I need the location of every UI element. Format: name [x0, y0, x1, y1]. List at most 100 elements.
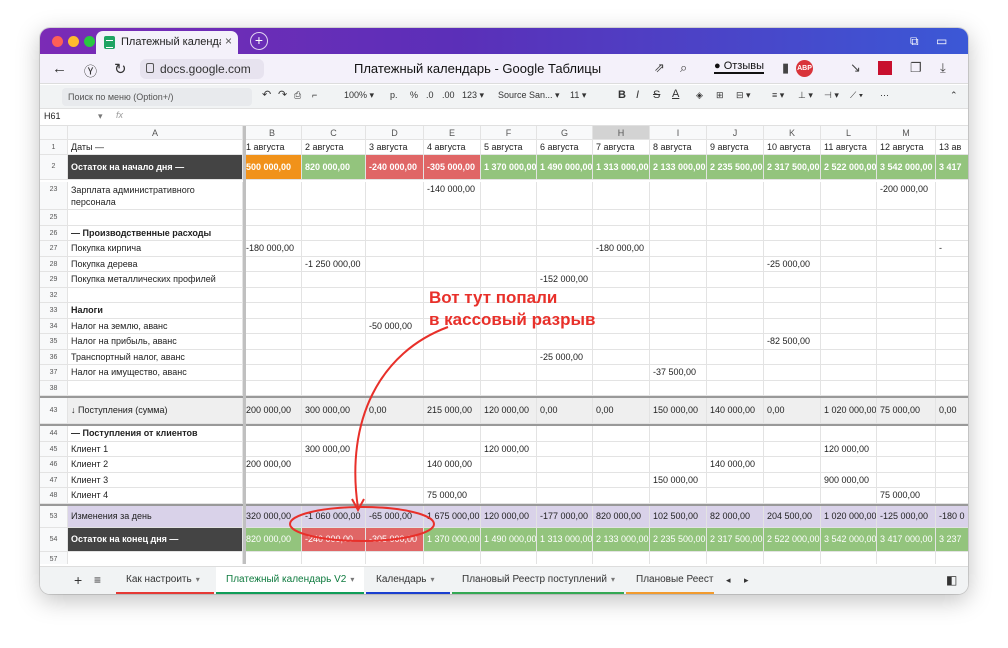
table-cell[interactable]	[593, 210, 650, 226]
table-cell[interactable]	[243, 441, 302, 457]
table-cell[interactable]	[821, 272, 877, 288]
table-cell[interactable]: 82 000,00	[707, 505, 764, 528]
table-cell[interactable]	[366, 182, 424, 210]
table-cell[interactable]	[366, 380, 424, 396]
name-box-dropdown-icon[interactable]: ▾	[98, 111, 103, 122]
freeze-divider[interactable]	[243, 126, 246, 564]
table-cell[interactable]	[650, 318, 707, 334]
column-header[interactable]: M	[877, 126, 936, 140]
table-cell[interactable]	[424, 334, 481, 350]
table-cell[interactable]	[302, 334, 366, 350]
redo-icon[interactable]: ↷	[278, 88, 287, 101]
table-cell[interactable]	[821, 318, 877, 334]
percent-format-button[interactable]: %	[410, 90, 418, 100]
table-cell[interactable]: 1 490 000,00	[481, 527, 537, 552]
table-cell[interactable]: 140 000,00	[707, 457, 764, 473]
table-cell[interactable]	[593, 334, 650, 350]
table-cell[interactable]: 1 370 000,00	[424, 527, 481, 552]
table-cell[interactable]	[302, 380, 366, 396]
table-cell[interactable]: 0,00	[537, 398, 593, 424]
row-header[interactable]: 26	[40, 225, 68, 241]
table-cell[interactable]: 12 августа	[877, 140, 936, 155]
table-cell[interactable]	[650, 272, 707, 288]
row-label[interactable]: Изменения за день	[68, 505, 243, 528]
table-cell[interactable]	[877, 210, 936, 226]
table-cell[interactable]	[764, 272, 821, 288]
table-cell[interactable]	[243, 225, 302, 241]
table-cell[interactable]	[821, 349, 877, 365]
table-cell[interactable]	[243, 426, 302, 442]
row-header[interactable]: 57	[40, 551, 68, 564]
url-field[interactable]: docs.google.com	[140, 59, 264, 79]
table-cell[interactable]	[650, 225, 707, 241]
table-cell[interactable]: 3 417 000,00	[877, 527, 936, 552]
table-cell[interactable]: 3 542 000,00	[877, 155, 936, 180]
table-cell[interactable]	[877, 241, 936, 257]
table-cell[interactable]: -240 000,00	[366, 155, 424, 180]
row-label[interactable]	[68, 551, 243, 564]
table-cell[interactable]	[593, 472, 650, 488]
tab-search-icon[interactable]: ⧉	[910, 34, 919, 49]
table-cell[interactable]: 13 ав	[936, 140, 968, 155]
column-header[interactable]: H	[593, 126, 650, 140]
row-header[interactable]: 25	[40, 210, 68, 226]
table-cell[interactable]	[243, 287, 302, 303]
column-header[interactable]: J	[707, 126, 764, 140]
table-cell[interactable]	[593, 441, 650, 457]
table-cell[interactable]: -152 000,00	[537, 272, 593, 288]
table-cell[interactable]	[650, 303, 707, 319]
table-cell[interactable]	[707, 256, 764, 272]
table-cell[interactable]	[764, 472, 821, 488]
table-cell[interactable]: 75 000,00	[877, 488, 936, 504]
merge-cells-icon[interactable]: ⊟ ▾	[736, 90, 751, 101]
table-cell[interactable]: 1 490 000,00	[537, 155, 593, 180]
all-sheets-icon[interactable]: ≡	[84, 567, 111, 594]
table-cell[interactable]	[821, 334, 877, 350]
table-cell[interactable]	[764, 365, 821, 381]
table-cell[interactable]	[936, 473, 968, 488]
table-cell[interactable]	[243, 488, 302, 504]
table-cell[interactable]	[243, 380, 302, 396]
row-label[interactable]: Налоги	[68, 303, 243, 319]
row-label[interactable]	[68, 287, 243, 303]
table-cell[interactable]	[243, 349, 302, 365]
table-cell[interactable]	[537, 551, 593, 564]
table-cell[interactable]	[366, 551, 424, 564]
table-cell[interactable]	[243, 303, 302, 319]
row-header[interactable]: 34	[40, 318, 68, 334]
table-cell[interactable]	[707, 287, 764, 303]
spreadsheet-grid[interactable]: A B C D E F G H I J K L M 1 Даты —1 августа 2 августа 3 …	[40, 126, 968, 564]
share-icon[interactable]: ⇗	[654, 60, 665, 76]
table-cell[interactable]	[821, 303, 877, 319]
table-cell[interactable]	[366, 426, 424, 442]
extension-icon[interactable]: ↘	[850, 60, 861, 76]
row-label[interactable]: Налог на прибыль, аванс	[68, 334, 243, 350]
table-cell[interactable]: 0,00	[593, 398, 650, 424]
table-cell[interactable]: 2 235 500,00	[650, 527, 707, 552]
table-cell[interactable]: 75 000,00	[877, 398, 936, 424]
tab-close-icon[interactable]: ×	[225, 34, 232, 48]
row-header[interactable]: 2	[40, 155, 68, 180]
table-cell[interactable]: 3 237	[936, 527, 968, 552]
adblock-icon[interactable]: ABP	[796, 60, 813, 77]
table-cell[interactable]	[764, 241, 821, 257]
row-header[interactable]: 53	[40, 505, 68, 528]
zoom-window-button[interactable]	[84, 36, 95, 47]
table-cell[interactable]: 320 000,00	[243, 505, 302, 528]
column-header[interactable]: L	[821, 126, 877, 140]
table-cell[interactable]: 200 000,00	[243, 457, 302, 473]
table-cell[interactable]	[877, 318, 936, 334]
row-label[interactable]: Покупка металлических профилей	[68, 272, 243, 288]
table-cell[interactable]	[537, 334, 593, 350]
row-header[interactable]: 32	[40, 287, 68, 303]
table-cell[interactable]	[707, 318, 764, 334]
table-cell[interactable]	[366, 272, 424, 288]
table-cell[interactable]	[936, 350, 968, 365]
table-cell[interactable]	[243, 210, 302, 226]
table-cell[interactable]	[366, 241, 424, 257]
row-header[interactable]: 23	[40, 182, 68, 210]
table-cell[interactable]: 2 522 000,00	[821, 155, 877, 180]
table-cell[interactable]	[593, 365, 650, 381]
row-header[interactable]: 33	[40, 303, 68, 319]
table-cell[interactable]: 120 000,00	[481, 441, 537, 457]
